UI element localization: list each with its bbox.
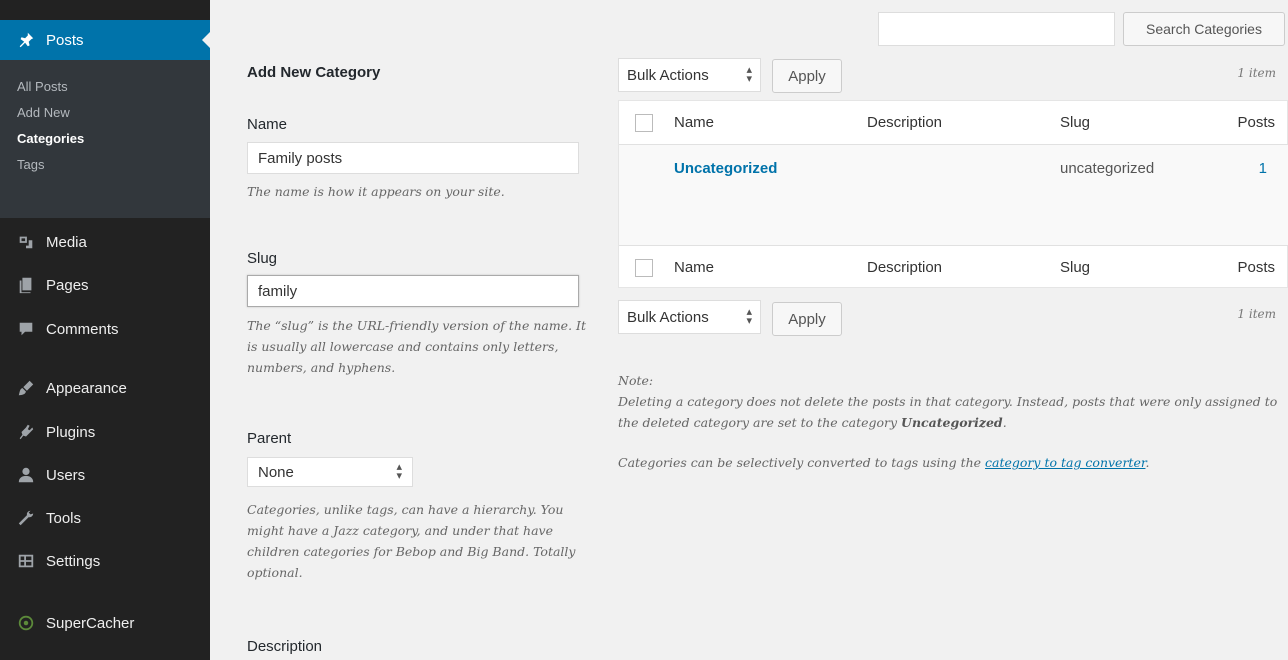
column-footer-description[interactable]: Description (867, 259, 942, 276)
note-heading: Note: (618, 373, 654, 388)
sidebar-item-label: SuperCacher (46, 614, 135, 632)
note-line1-suffix: . (1002, 415, 1007, 430)
sidebar-item-comments[interactable]: Comments (0, 309, 210, 349)
search-categories-button[interactable]: Search Categories (1123, 12, 1285, 46)
sidebar-item-supercacher[interactable]: SuperCacher (0, 603, 210, 643)
supercacher-icon (16, 613, 36, 633)
updown-arrows-icon: ▴ ▾ (396, 461, 402, 482)
sidebar-item-tools[interactable]: Tools (0, 498, 210, 538)
name-input[interactable] (247, 142, 579, 174)
note-line2-suffix: . (1145, 455, 1150, 470)
column-header-name[interactable]: Name (674, 114, 714, 131)
sidebar-item-label: Comments (46, 320, 119, 338)
appearance-icon (16, 378, 36, 398)
select-all-checkbox-bottom[interactable] (635, 258, 653, 277)
parent-select[interactable]: None ▴ ▾ (247, 457, 413, 487)
slug-label: Slug (247, 250, 278, 267)
sidebar-item-label: Appearance (46, 379, 127, 397)
sidebar-item-appearance[interactable]: Appearance (0, 368, 210, 408)
sidebar-item-pages[interactable]: Pages (0, 265, 210, 305)
category-post-count-link[interactable]: 1 (1259, 160, 1267, 177)
bulk-actions-label: Bulk Actions (627, 308, 709, 326)
sidebar-item-label: Tools (46, 509, 82, 527)
submenu-categories[interactable]: Categories (17, 126, 210, 152)
comments-icon (16, 319, 36, 339)
category-slug: uncategorized (1060, 160, 1155, 177)
plugins-icon (16, 422, 36, 442)
submenu-add-new[interactable]: Add New (17, 100, 210, 126)
column-header-posts[interactable]: Posts (1237, 114, 1275, 131)
sidebar-item-posts[interactable]: Posts (0, 20, 210, 60)
sidebar-item-plugins[interactable]: Plugins (0, 412, 210, 452)
table-header-row: Name Description Slug Posts (619, 101, 1288, 145)
name-help-text: The name is how it appears on your site. (247, 184, 505, 199)
form-heading: Add New Category (247, 64, 381, 81)
admin-sidebar: Posts All Posts Add New Categories Tags … (0, 0, 210, 660)
parent-label: Parent (247, 430, 292, 447)
settings-icon (16, 551, 36, 571)
note-paragraph-deleting: Deleting a category does not delete the … (618, 391, 1278, 433)
posts-submenu: All Posts Add New Categories Tags (0, 60, 210, 218)
submenu-tags[interactable]: Tags (17, 152, 210, 178)
tools-icon (16, 508, 36, 528)
sidebar-item-media[interactable]: Media (0, 222, 210, 262)
media-icon (16, 232, 36, 252)
column-header-description[interactable]: Description (867, 114, 942, 131)
bulk-actions-select-top[interactable]: Bulk Actions ▴ ▾ (618, 58, 761, 92)
note-line2-text: Categories can be selectively converted … (618, 455, 986, 470)
column-footer-posts[interactable]: Posts (1237, 259, 1275, 276)
sidebar-item-label: Users (46, 466, 86, 484)
parent-help-text: Categories, unlike tags, can have a hier… (247, 502, 576, 580)
slug-input[interactable] (247, 275, 579, 307)
table-footer-row: Name Description Slug Posts (619, 245, 1288, 289)
pages-icon (16, 275, 36, 295)
category-name-link[interactable]: Uncategorized (674, 160, 777, 177)
column-header-slug[interactable]: Slug (1060, 114, 1090, 131)
updown-arrows-icon: ▴ ▾ (746, 306, 752, 327)
note-paragraph-converter: Categories can be selectively converted … (618, 452, 1278, 473)
note-uncategorized-bold: Uncategorized (901, 415, 1003, 430)
item-count-bottom: 1 item (1237, 307, 1276, 321)
parent-select-value: None (258, 463, 294, 481)
sidebar-item-settings[interactable]: Settings (0, 541, 210, 581)
item-count-top: 1 item (1237, 66, 1276, 80)
updown-arrows-icon: ▴ ▾ (746, 64, 752, 85)
apply-button-bottom[interactable]: Apply (772, 302, 842, 336)
sidebar-item-label: Pages (46, 276, 89, 294)
sidebar-item-users[interactable]: Users (0, 455, 210, 495)
category-to-tag-converter-link[interactable]: category to tag converter (985, 455, 1145, 470)
bulk-actions-label: Bulk Actions (627, 66, 709, 84)
pushpin-icon (16, 30, 36, 50)
sidebar-item-label: Media (46, 233, 87, 251)
categories-table: Name Description Slug Posts Uncategorize… (618, 100, 1288, 288)
name-label: Name (247, 116, 288, 133)
sidebar-top-strip (0, 0, 210, 20)
column-footer-name[interactable]: Name (674, 259, 714, 276)
users-icon (16, 465, 36, 485)
sidebar-item-label: Posts (46, 31, 84, 49)
search-categories-input[interactable] (878, 12, 1115, 46)
description-label: Description (247, 638, 323, 655)
sidebar-item-label: Settings (46, 552, 101, 570)
slug-help-text: The “slug” is the URL-friendly version o… (247, 318, 586, 375)
apply-button-top[interactable]: Apply (772, 59, 842, 93)
submenu-all-posts[interactable]: All Posts (17, 74, 210, 100)
sidebar-item-label: Plugins (46, 423, 96, 441)
select-all-checkbox[interactable] (635, 113, 653, 132)
column-footer-slug[interactable]: Slug (1060, 259, 1090, 276)
bulk-actions-select-bottom[interactable]: Bulk Actions ▴ ▾ (618, 300, 761, 334)
table-row: Uncategorized uncategorized 1 (619, 145, 1288, 245)
